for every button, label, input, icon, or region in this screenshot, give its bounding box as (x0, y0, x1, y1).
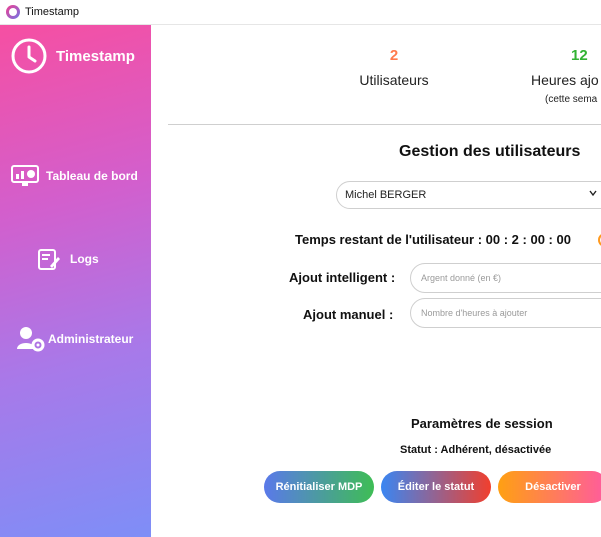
window-titlebar: Timestamp (0, 0, 601, 25)
stat-users-value: 2 (389, 47, 399, 64)
stat-hours-label: Heures ajo (531, 72, 599, 88)
management-title: Gestion des utilisateurs (399, 143, 581, 160)
edit-status-button[interactable]: Éditer le statut (381, 471, 491, 503)
app-clock-icon (6, 5, 20, 19)
user-select[interactable]: Michel BERGER (336, 181, 601, 209)
session-title: Paramètres de session (411, 416, 553, 431)
remaining-time-label: Temps restant de l'utilisateur : 00 : 2 … (295, 232, 571, 247)
session-status: Statut : Adhérent, désactivée (400, 444, 552, 456)
deactivate-button[interactable]: Désactiver (498, 471, 601, 503)
manual-add-input[interactable] (410, 298, 601, 328)
logs-edit-icon (38, 249, 60, 270)
stat-hours: 12 Heures ajo (cette sema (528, 47, 601, 105)
brand-title: Timestamp (56, 47, 135, 65)
sidebar-item-admin[interactable]: Administrateur (0, 325, 151, 353)
divider (168, 124, 601, 125)
brand[interactable]: Timestamp (10, 37, 135, 75)
sidebar-item-label: Tableau de bord (46, 169, 138, 183)
sidebar: Timestamp Tableau de bord Logs Administr… (0, 25, 151, 537)
admin-gear-icon (17, 327, 45, 352)
stat-users-label: Utilisateurs (359, 72, 429, 88)
clock-icon (11, 38, 47, 74)
sidebar-item-label: Logs (70, 252, 99, 266)
smart-add-input[interactable] (410, 263, 601, 293)
sidebar-item-label: Administrateur (48, 332, 134, 346)
stat-hours-value: 12 (571, 47, 588, 64)
window-title: Timestamp (25, 6, 79, 18)
sidebar-item-logs[interactable]: Logs (0, 247, 151, 271)
reset-password-button[interactable]: Rénitialiser MDP (264, 471, 374, 503)
stat-users: 2 Utilisateurs (344, 47, 444, 88)
dashboard-icon (11, 165, 39, 186)
chevron-down-icon (589, 190, 597, 197)
stat-hours-sub: (cette sema (545, 94, 598, 105)
sidebar-item-dashboard[interactable]: Tableau de bord (0, 165, 151, 187)
user-select-value: Michel BERGER (345, 189, 427, 201)
app-icon-face (9, 8, 17, 16)
smart-add-label: Ajout intelligent : (289, 270, 396, 285)
manual-add-label: Ajout manuel : (303, 307, 394, 322)
